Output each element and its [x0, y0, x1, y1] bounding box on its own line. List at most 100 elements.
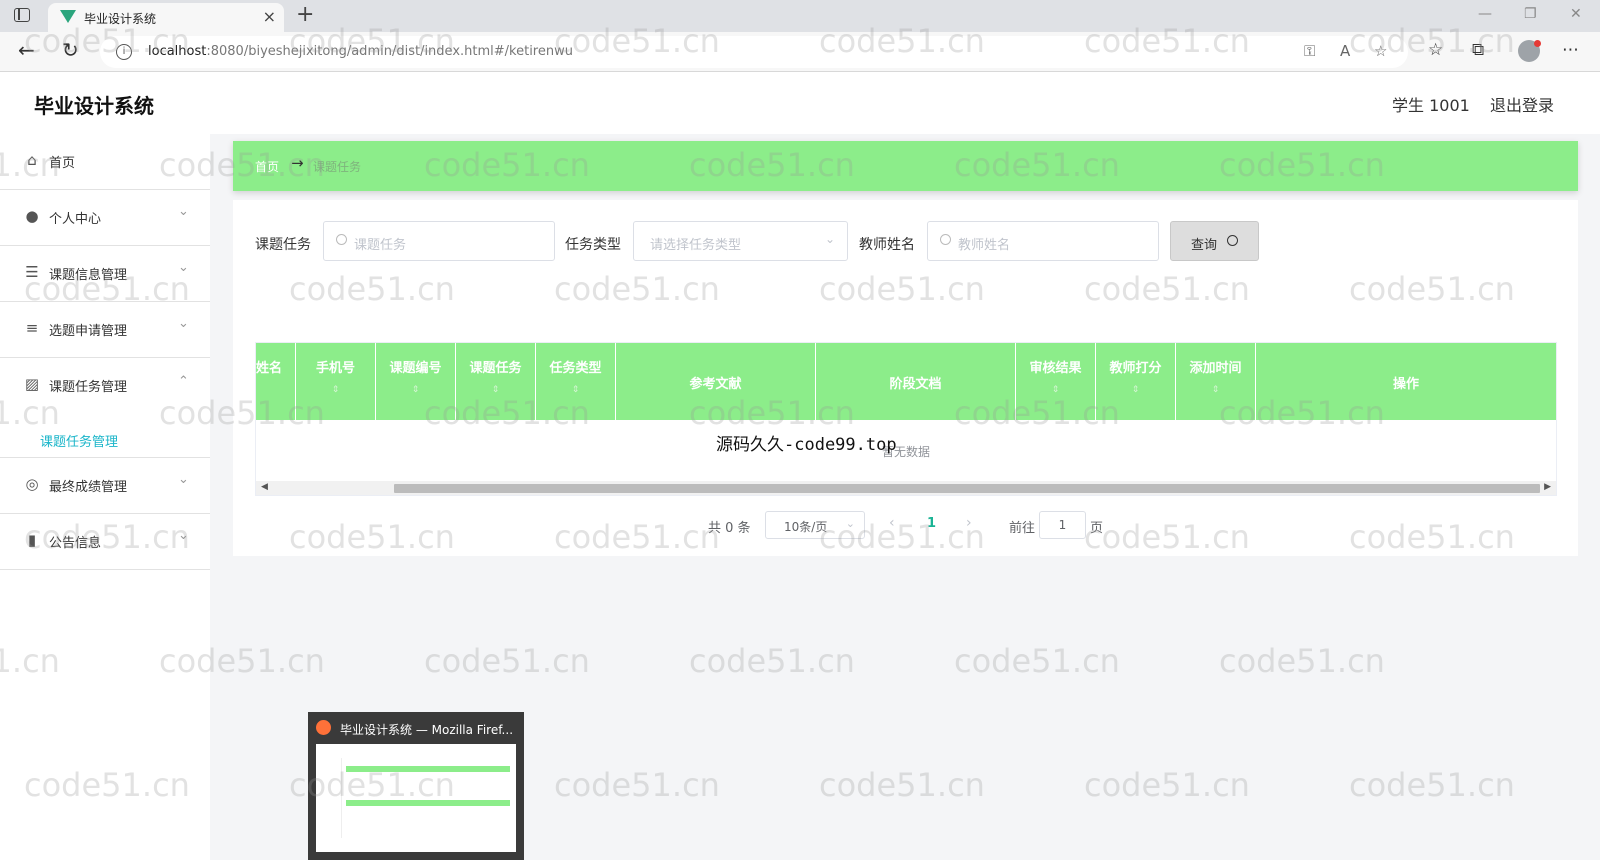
col-header-name[interactable]: 姓名 — [256, 343, 296, 420]
col-header-added-time[interactable]: 添加时间 ⇕ — [1176, 343, 1256, 420]
sidebar-item-label: 最终成绩管理 — [49, 480, 128, 495]
sidebar: ⌂ 首页 ● 个人中心 ⌄ ☰ 课题信息管理 ⌄ ≡ 选题申请管理 ⌄ ▨ 课题… — [0, 134, 210, 860]
vue-logo-icon — [60, 10, 76, 23]
col-header-topic-no[interactable]: 课题编号 ⇕ — [376, 343, 456, 420]
task-type-select[interactable]: 请选择任务类型 ⌄ — [633, 221, 848, 261]
select-placeholder: 请选择任务类型 — [650, 238, 742, 253]
sidebar-item-label: 课题任务管理 — [49, 380, 128, 395]
sort-icon[interactable]: ⇕ — [296, 385, 375, 395]
window-close-icon[interactable]: ✕ — [1570, 6, 1582, 22]
key-icon[interactable]: ⚿ — [1304, 42, 1315, 60]
prev-page-icon[interactable]: ‹ — [889, 515, 895, 531]
query-button[interactable]: 查询 — [1170, 221, 1259, 261]
logout-link[interactable]: 退出登录 — [1490, 92, 1554, 116]
pagination-total: 共 0 条 — [708, 521, 751, 536]
sidebar-item-grades[interactable]: ◎ 最终成绩管理 ⌄ — [0, 458, 210, 514]
sidebar-item-selection[interactable]: ≡ 选题申请管理 ⌄ — [0, 302, 210, 358]
browser-tab[interactable]: 毕业设计系统 × — [48, 3, 284, 32]
favorites-icon[interactable]: ☆ — [1428, 40, 1443, 60]
col-header-stage-docs[interactable]: 阶段文档 — [816, 343, 1016, 420]
page-number-current[interactable]: 1 — [927, 516, 936, 531]
sidebar-item-topic-info[interactable]: ☰ 课题信息管理 ⌄ — [0, 246, 210, 302]
sidebar-item-label: 公告信息 — [49, 536, 102, 551]
data-table: 姓名 手机号 ⇕ 课题编号 ⇕ 课题任务 ⇕ 任务类型 ⇕ 参考文献 阶段文档 … — [255, 342, 1557, 496]
scrollbar-thumb[interactable] — [394, 484, 1540, 493]
sort-icon[interactable]: ⇕ — [1176, 385, 1255, 395]
scroll-right-icon[interactable]: ▶ — [1544, 482, 1551, 492]
chevron-down-icon: ⌄ — [178, 204, 189, 219]
preview-sidebar — [320, 758, 342, 838]
col-header-references[interactable]: 参考文献 — [616, 343, 816, 420]
tab-title: 毕业设计系统 — [84, 12, 157, 26]
taskbar-window-preview[interactable]: 毕业设计系统 — Mozilla Firef... — [308, 712, 524, 860]
add-favorite-icon[interactable]: ☆ — [1374, 42, 1387, 60]
sidebar-item-label: 课题信息管理 — [49, 268, 128, 283]
sidebar-item-notices[interactable]: ▮ 公告信息 ⌄ — [0, 514, 210, 570]
col-header-actions: 操作 — [1392, 377, 1419, 392]
url-text: localhost:8080/biyeshejixitong/admin/dis… — [148, 44, 573, 59]
breadcrumb-current: 课题任务 — [313, 160, 362, 174]
teacher-filter-label: 教师姓名 — [859, 237, 915, 253]
sidebar-item-profile[interactable]: ● 个人中心 ⌄ — [0, 190, 210, 246]
minimize-icon[interactable]: — — [1478, 6, 1492, 22]
overlay-text: 源码久久-code99.top — [716, 435, 897, 455]
col-header-phone[interactable]: 手机号 ⇕ — [296, 343, 376, 420]
target-icon: ◎ — [25, 475, 39, 493]
watermark-text: code51.cn — [689, 642, 855, 680]
page-size-value: 10条/页 — [784, 520, 828, 534]
preview-thumbnail — [316, 744, 516, 852]
notification-dot — [1534, 40, 1541, 47]
new-tab-icon[interactable]: + — [296, 2, 314, 27]
sort-icon[interactable]: ⇕ — [1016, 385, 1095, 395]
teacher-search-input[interactable]: 教师姓名 — [927, 221, 1159, 261]
submenu-item-tasks[interactable]: 课题任务管理 — [40, 431, 118, 450]
app-title: 毕业设计系统 — [34, 94, 154, 118]
table-empty-text: 暂无数据 — [881, 445, 930, 459]
tab-close-icon[interactable]: × — [263, 7, 276, 26]
watermark-text: code51.cn — [554, 766, 720, 804]
address-bar[interactable]: i localhost:8080/biyeshejixitong/admin/d… — [100, 36, 1408, 68]
chart-icon: ▨ — [24, 375, 40, 393]
info-icon[interactable]: i — [116, 44, 132, 60]
more-menu-icon[interactable]: ⋯ — [1562, 40, 1579, 60]
task-search-input[interactable]: 课题任务 — [323, 221, 555, 261]
type-filter-label: 任务类型 — [565, 237, 621, 253]
sort-icon[interactable]: ⇕ — [1096, 385, 1175, 395]
chevron-down-icon: ⌄ — [824, 232, 835, 246]
col-header-task[interactable]: 课题任务 ⇕ — [456, 343, 536, 420]
sort-icon[interactable]: ⇕ — [456, 385, 535, 395]
sidebar-item-label: 首页 — [49, 156, 76, 171]
current-user: 学生 1001 — [1392, 96, 1470, 115]
app-header: 毕业设计系统 学生 1001 退出登录 — [0, 72, 1600, 134]
watermark-text: code51.cn — [954, 642, 1120, 680]
home-icon: ⌂ — [27, 151, 37, 169]
next-page-icon[interactable]: › — [966, 515, 972, 531]
search-icon — [336, 234, 347, 245]
col-header-task-type[interactable]: 任务类型 ⇕ — [536, 343, 616, 420]
input-placeholder: 课题任务 — [354, 238, 407, 253]
chevron-down-icon: ⌄ — [845, 517, 855, 530]
browser-tab-bar: 毕业设计系统 × + — ❐ ✕ — [0, 0, 1600, 32]
back-icon[interactable]: ← — [18, 38, 35, 62]
page-suffix-label: 页 — [1090, 521, 1104, 536]
collections-icon[interactable]: ⧉ — [1472, 40, 1484, 60]
input-placeholder: 教师姓名 — [958, 238, 1011, 253]
goto-label: 前往 — [1009, 521, 1036, 536]
page-size-select[interactable]: 10条/页 ⌄ — [765, 511, 865, 539]
watermark-text: code51.cn — [1349, 766, 1515, 804]
sort-icon[interactable]: ⇕ — [376, 385, 455, 395]
restore-icon[interactable]: ❐ — [1524, 6, 1537, 22]
reload-icon[interactable]: ↻ — [62, 38, 79, 62]
tab-actions-icon[interactable] — [14, 8, 30, 22]
col-header-review[interactable]: 审核结果 ⇕ — [1016, 343, 1096, 420]
col-header-score[interactable]: 教师打分 ⇕ — [1096, 343, 1176, 420]
horizontal-scrollbar[interactable]: ◀ ▶ — [256, 481, 1556, 495]
sidebar-item-home[interactable]: ⌂ 首页 — [0, 134, 210, 190]
goto-page-input[interactable]: 1 — [1039, 511, 1086, 539]
scroll-left-icon[interactable]: ◀ — [261, 482, 268, 492]
chevron-down-icon: ⌄ — [178, 316, 189, 331]
chevron-down-icon: ⌄ — [178, 260, 189, 275]
read-aloud-icon[interactable]: A — [1340, 42, 1350, 60]
sort-icon[interactable]: ⇕ — [536, 385, 615, 395]
breadcrumb-home[interactable]: 首页 — [255, 158, 279, 175]
